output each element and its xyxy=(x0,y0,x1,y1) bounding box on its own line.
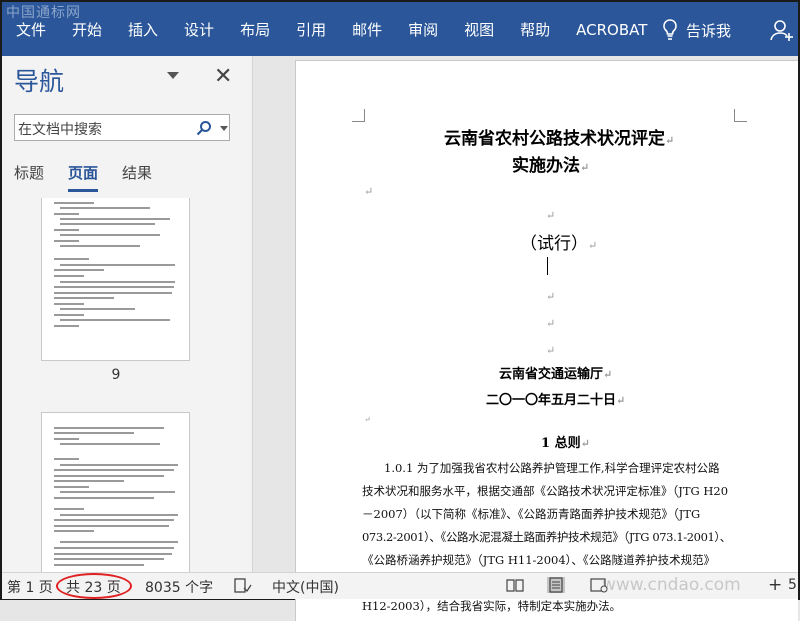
tab-layout[interactable]: 布局 xyxy=(227,16,283,44)
tab-help[interactable]: 帮助 xyxy=(507,16,563,44)
tab-headings[interactable]: 标题 xyxy=(14,162,44,192)
search-placeholder: 在文档中搜索 xyxy=(18,122,102,138)
site-watermark: www.cndao.com xyxy=(602,575,741,595)
status-word-count[interactable]: 8035 个字 xyxy=(145,577,213,597)
tab-insert[interactable]: 插入 xyxy=(115,16,171,44)
ribbon-tabs: 文件 开始 插入 设计 布局 引用 邮件 审阅 视图 帮助 ACROBAT xyxy=(2,16,660,44)
para-line: 技术状况和服务水平，根据交通部《公路技术状况评定标准》（JTG H20 xyxy=(362,484,729,498)
thumbnail-page-number: 9 xyxy=(111,367,121,383)
document-area[interactable]: 云南省农村公路技术状况评定↵ 实施办法↵ ↵ ↵ （试行）↵ ↵ ↵ ↵ 云南省… xyxy=(253,56,798,621)
tab-references[interactable]: 引用 xyxy=(283,16,339,44)
lightbulb-icon xyxy=(663,19,677,40)
nav-tabs: 标题 页面 结果 xyxy=(14,162,176,192)
read-mode-icon[interactable] xyxy=(506,577,524,593)
tab-review[interactable]: 审阅 xyxy=(395,16,451,44)
paragraph-mark: ↵ xyxy=(546,209,556,222)
doc-title-line2: 实施办法↵ xyxy=(512,156,590,176)
paragraph-mark: ↵ xyxy=(364,415,371,424)
text-cursor xyxy=(547,257,548,275)
tab-home[interactable]: 开始 xyxy=(59,16,115,44)
para-line: 073.2-2001）、《公路水泥混凝土路面养护技术规范》（JTG 073.1-… xyxy=(362,530,731,544)
doc-trial-label: （试行）↵ xyxy=(520,234,598,254)
crop-mark xyxy=(352,109,365,122)
close-icon[interactable]: ✕ xyxy=(214,64,232,89)
zoom-in-button[interactable]: + xyxy=(768,575,782,595)
status-page[interactable]: 第 1 页 xyxy=(7,577,53,597)
proofing-icon[interactable] xyxy=(234,578,252,594)
tell-me-button[interactable]: 告诉我 xyxy=(662,16,731,44)
search-options-icon[interactable] xyxy=(220,126,228,131)
paragraph-mark: ↵ xyxy=(546,317,556,330)
zoom-level[interactable]: 5 xyxy=(788,577,797,593)
crop-mark xyxy=(734,109,747,122)
section-heading: 1 总则↵ xyxy=(541,436,590,451)
nav-title: 导航 xyxy=(14,67,65,96)
ribbon: 中国通标网 文件 开始 插入 设计 布局 引用 邮件 审阅 视图 帮助 ACRO… xyxy=(2,2,798,56)
status-language[interactable]: 中文(中国) xyxy=(272,577,339,597)
tab-view[interactable]: 视图 xyxy=(451,16,507,44)
doc-issuer: 云南省交通运输厅↵ xyxy=(499,367,613,382)
tab-pages[interactable]: 页面 xyxy=(68,162,99,192)
print-layout-icon[interactable] xyxy=(547,577,565,593)
doc-date: 二〇一〇年五月二十日↵ xyxy=(486,393,626,408)
share-user-icon[interactable] xyxy=(770,18,794,42)
chevron-down-icon[interactable] xyxy=(167,72,179,79)
para-line: 1.0.1 为了加强我省农村公路养护管理工作,科学合理评定农村公路 xyxy=(384,461,720,475)
tab-results[interactable]: 结果 xyxy=(122,162,152,192)
tab-acrobat[interactable]: ACROBAT xyxy=(563,16,660,44)
navigation-pane: 导航 ✕ 在文档中搜索 标题 页面 结果 9 xyxy=(2,56,253,573)
tab-file[interactable]: 文件 xyxy=(2,16,59,44)
para-line: －2007）（以下简称《标准》、《公路沥青路面养护技术规范》（JTG xyxy=(362,507,701,521)
page-thumbnail-9[interactable] xyxy=(41,198,190,361)
tell-me-label: 告诉我 xyxy=(686,21,732,40)
tab-mailings[interactable]: 邮件 xyxy=(339,16,395,44)
search-input[interactable]: 在文档中搜索 xyxy=(14,114,230,141)
highlight-circle xyxy=(56,573,132,599)
document-page[interactable]: 云南省农村公路技术状况评定↵ 实施办法↵ ↵ ↵ （试行）↵ ↵ ↵ ↵ 云南省… xyxy=(295,60,798,621)
tab-design[interactable]: 设计 xyxy=(171,16,227,44)
web-layout-icon[interactable] xyxy=(590,577,608,593)
paragraph-mark: ↵ xyxy=(546,290,556,303)
page-thumbnail-10[interactable] xyxy=(41,412,190,573)
paragraph-mark: ↵ xyxy=(546,344,556,357)
doc-title-line1: 云南省农村公路技术状况评定↵ xyxy=(444,129,675,149)
search-icon[interactable] xyxy=(196,120,212,136)
status-bar: 第 1 页 共 23 页 8035 个字 中文(中国) www.cndao.co… xyxy=(2,572,798,599)
paragraph-mark: ↵ xyxy=(364,185,374,198)
